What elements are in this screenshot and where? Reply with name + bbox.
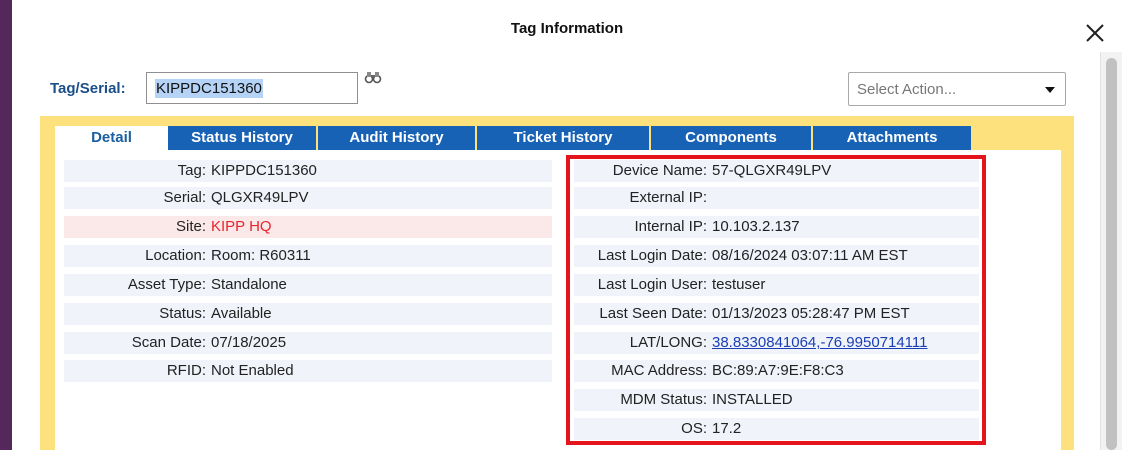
field-label: Site: [175, 218, 206, 235]
field-label: Internal IP: [634, 218, 707, 235]
field-row-last-seen-date: Last Seen Date: 01/13/2023 05:28:47 PM E… [574, 303, 979, 325]
select-action-dropdown[interactable]: Select Action... [848, 72, 1066, 106]
field-value: QLGXR49LPV [211, 189, 309, 206]
field-label: Device Name: [612, 162, 707, 179]
field-row-os: OS: 17.2 [574, 418, 979, 440]
field-label: Location: [145, 247, 206, 264]
field-label: Scan Date: [131, 334, 206, 351]
field-row-device-name: Device Name: 57-QLGXR49LPV [574, 160, 979, 182]
field-value: 01/13/2023 05:28:47 PM EST [712, 305, 910, 322]
field-row-location: Location: Room: R60311 [64, 245, 552, 267]
field-value: Room: R60311 [211, 247, 311, 264]
field-row-scan-date: Scan Date: 07/18/2025 [64, 332, 552, 354]
field-row-last-login-date: Last Login Date: 08/16/2024 03:07:11 AM … [574, 245, 979, 267]
field-label: Last Login Date: [597, 247, 707, 264]
field-value: 08/16/2024 03:07:11 AM EST [712, 247, 908, 264]
tag-information-dialog: Tag Information Tag/Serial: KIPPDC151360… [12, 0, 1122, 450]
field-label: Last Login User: [597, 276, 707, 293]
field-row-status: Status: Available [64, 303, 552, 325]
field-row-site: Site: KIPP HQ [64, 216, 552, 238]
tab-components[interactable]: Components [651, 126, 813, 150]
tag-serial-value: KIPPDC151360 [155, 79, 263, 98]
scrollbar-thumb[interactable] [1106, 58, 1117, 450]
binoculars-icon[interactable] [364, 70, 382, 84]
field-row-rfid: RFID: Not Enabled [64, 360, 552, 382]
field-value: testuser [712, 276, 766, 293]
dialog-title-bar: Tag Information [12, 0, 1122, 37]
field-row-mdm-status: MDM Status: INSTALLED [574, 389, 979, 411]
field-row-mac-address: MAC Address: BC:89:A7:9E:F8:C3 [574, 360, 979, 382]
field-value: KIPPDC151360 [211, 162, 317, 179]
tag-serial-input[interactable]: KIPPDC151360 [146, 72, 358, 104]
field-label: LAT/LONG: [629, 334, 707, 351]
field-row-asset-type: Asset Type: Standalone [64, 274, 552, 296]
lat-long-link[interactable]: 38.8330841064,-76.9950714111 [712, 332, 928, 354]
field-row-tag: Tag: KIPPDC151360 [64, 160, 552, 182]
field-label: MDM Status: [620, 391, 707, 408]
close-icon[interactable] [1084, 22, 1106, 44]
field-value: 57-QLGXR49LPV [712, 162, 832, 179]
field-row-lat-long: LAT/LONG: 38.8330841064,-76.9950714111 [574, 332, 979, 354]
tab-detail[interactable]: Detail [55, 126, 168, 150]
tab-bar: Detail Status History Audit History Tick… [55, 126, 973, 150]
field-value: INSTALLED [712, 391, 793, 408]
field-value: 10.103.2.137 [712, 218, 800, 235]
field-row-serial: Serial: QLGXR49LPV [64, 187, 552, 209]
field-label: Status: [159, 305, 206, 322]
tab-audit-history[interactable]: Audit History [318, 126, 477, 150]
field-row-external-ip: External IP: [574, 187, 979, 209]
dialog-title: Tag Information [510, 20, 624, 37]
tab-status-history[interactable]: Status History [168, 126, 318, 150]
field-value: 17.2 [712, 420, 742, 437]
field-label: RFID: [166, 362, 206, 379]
vertical-scrollbar[interactable] [1100, 52, 1122, 450]
field-value: BC:89:A7:9E:F8:C3 [712, 362, 844, 379]
chevron-down-icon [1045, 87, 1055, 93]
field-label: Asset Type: [127, 276, 206, 293]
field-value: Available [211, 305, 272, 322]
field-row-internal-ip: Internal IP: 10.103.2.137 [574, 216, 979, 238]
field-label: Last Seen Date: [599, 305, 707, 322]
field-row-last-login-user: Last Login User: testuser [574, 274, 979, 296]
field-label: Serial: [163, 189, 206, 206]
field-value: Standalone [211, 276, 287, 293]
tab-ticket-history[interactable]: Ticket History [477, 126, 651, 150]
field-value: Not Enabled [211, 362, 294, 379]
tag-serial-label: Tag/Serial: [50, 80, 126, 97]
field-value: 07/18/2025 [211, 334, 287, 351]
field-label: OS: [681, 420, 707, 437]
field-value-site: KIPP HQ [211, 218, 272, 235]
field-label: Tag: [177, 162, 206, 179]
field-label: External IP: [629, 189, 707, 206]
tab-attachments[interactable]: Attachments [813, 126, 973, 150]
field-label: MAC Address: [611, 362, 707, 379]
select-action-placeholder: Select Action... [857, 81, 957, 98]
